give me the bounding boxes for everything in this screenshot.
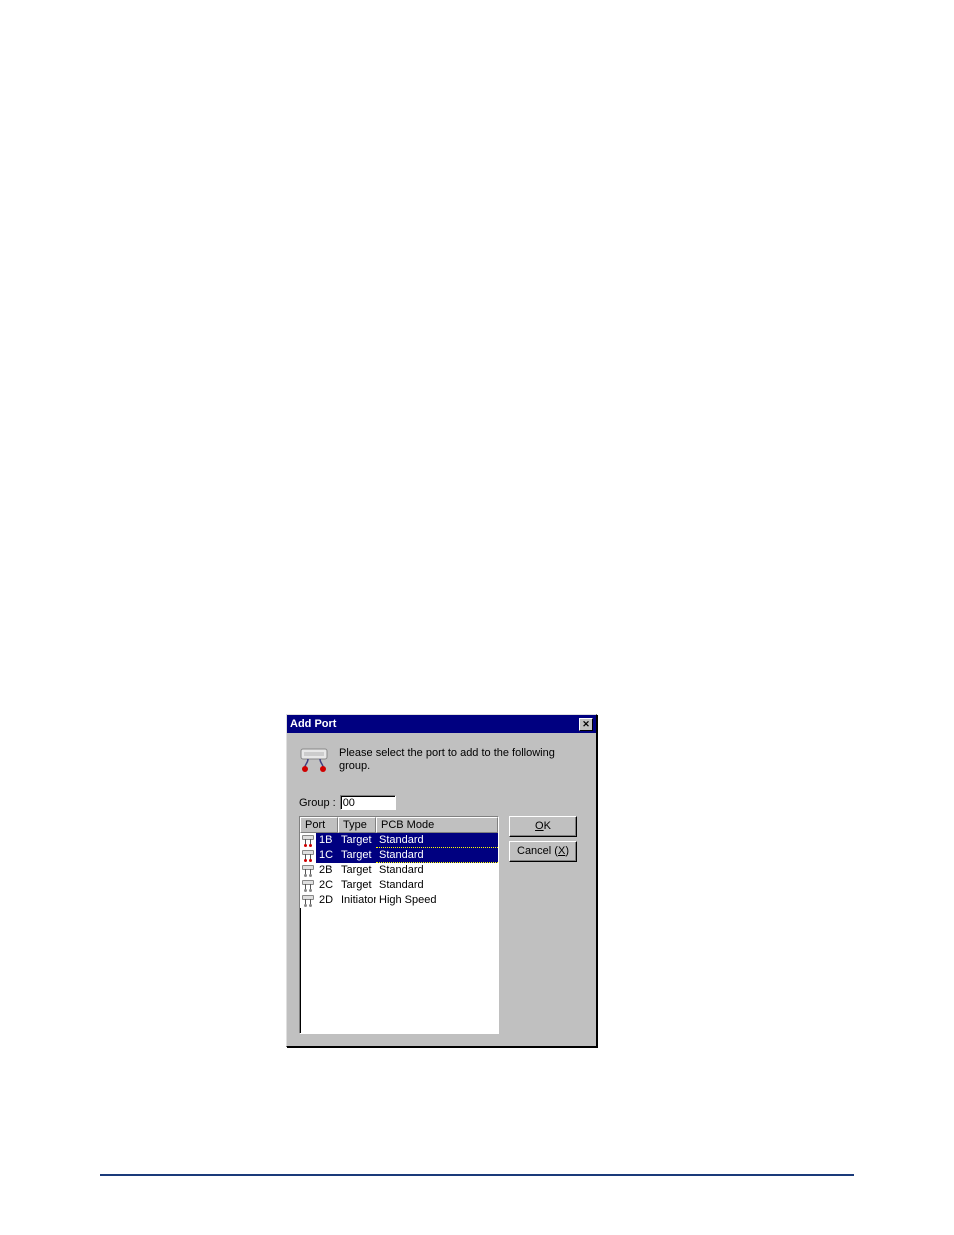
column-mode[interactable]: PCB Mode (376, 817, 498, 833)
close-icon: ✕ (582, 719, 590, 729)
list-item[interactable]: 1C Target Standard (300, 848, 498, 863)
cell-type: Target (338, 833, 376, 848)
cell-mode: Standard (376, 863, 498, 878)
cell-port: 2D (316, 893, 338, 908)
list-item[interactable]: 2D Initiator High Speed (300, 893, 498, 908)
group-row: Group : 00 (299, 795, 584, 810)
cell-mode: Standard (376, 878, 498, 893)
listview-body: 1B Target Standard 1C Target Standard 2B… (300, 833, 498, 908)
cell-port: 2C (316, 878, 338, 893)
list-item[interactable]: 2C Target Standard (300, 878, 498, 893)
cell-type: Target (338, 863, 376, 878)
ok-button[interactable]: OK (509, 816, 577, 837)
buttons-column: OK Cancel (X) (509, 816, 577, 862)
cell-type: Target (338, 878, 376, 893)
instruction-text: Please select the port to add to the fol… (339, 747, 584, 773)
cell-mode: Standard (376, 848, 498, 863)
port-row-icon (300, 893, 316, 908)
list-item[interactable]: 1B Target Standard (300, 833, 498, 848)
close-button[interactable]: ✕ (579, 718, 593, 731)
port-row-icon (300, 848, 316, 863)
column-port[interactable]: Port (300, 817, 338, 833)
instruction-row: Please select the port to add to the fol… (299, 747, 584, 775)
list-item[interactable]: 2B Target Standard (300, 863, 498, 878)
cell-mode: Standard (376, 833, 498, 848)
port-row-icon (300, 863, 316, 878)
group-label: Group : (299, 797, 336, 809)
column-type[interactable]: Type (338, 817, 376, 833)
cell-type: Target (338, 848, 376, 863)
port-icon (299, 747, 329, 775)
listview-header: Port Type PCB Mode (300, 817, 498, 833)
port-listview[interactable]: Port Type PCB Mode 1B Target Standard 1C… (299, 816, 499, 1034)
port-row-icon (300, 878, 316, 893)
main-row: Port Type PCB Mode 1B Target Standard 1C… (299, 816, 584, 1034)
cell-port: 1B (316, 833, 338, 848)
cell-mode: High Speed (376, 893, 498, 908)
add-port-dialog: Add Port ✕ Please select the port to add… (286, 714, 597, 1047)
cell-port: 2B (316, 863, 338, 878)
cancel-button[interactable]: Cancel (X) (509, 841, 577, 862)
dialog-content: Please select the port to add to the fol… (287, 733, 596, 1046)
port-row-icon (300, 833, 316, 848)
dialog-title: Add Port (290, 718, 579, 730)
cell-port: 1C (316, 848, 338, 863)
cell-type: Initiator (338, 893, 376, 908)
titlebar[interactable]: Add Port ✕ (287, 715, 596, 733)
group-input[interactable]: 00 (340, 795, 396, 810)
page-divider (100, 1174, 854, 1176)
